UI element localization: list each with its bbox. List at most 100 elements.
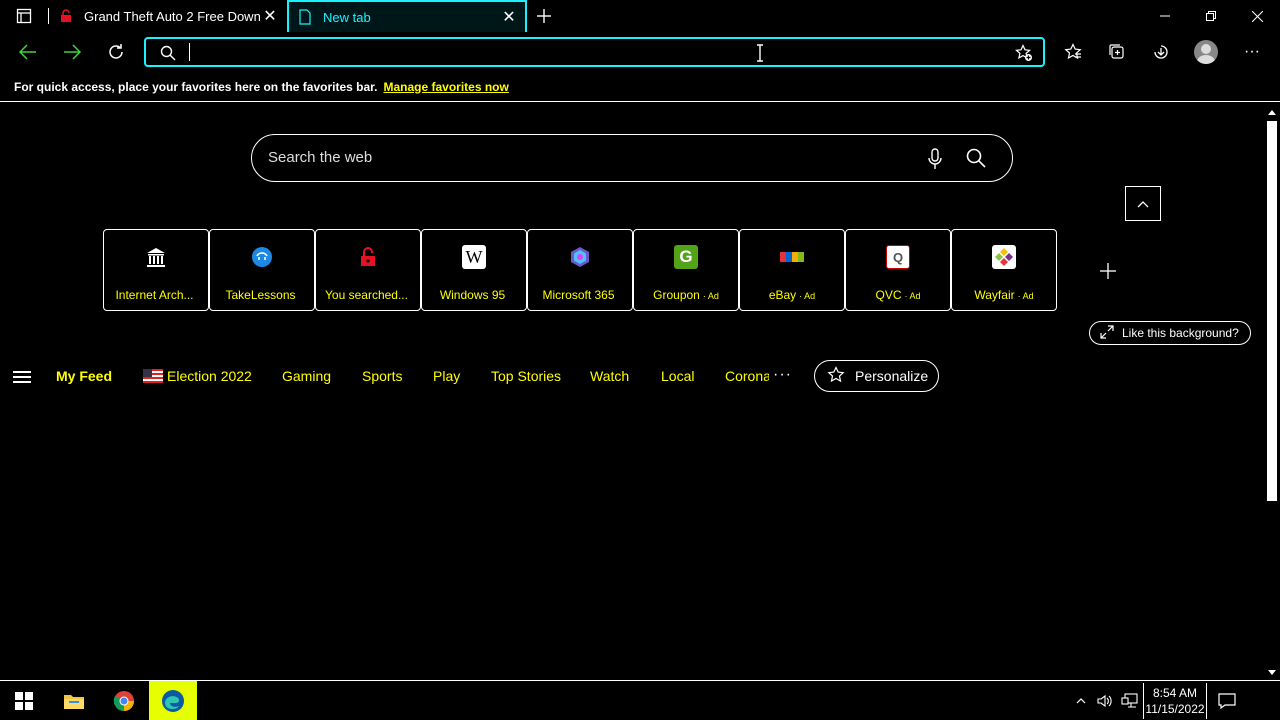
star-edit-icon [827,365,845,387]
scroll-down-icon[interactable] [1268,670,1276,675]
tile-label: Microsoft 365 [542,288,615,302]
microphone-icon[interactable] [928,148,942,175]
tab-title: Grand Theft Auto 2 Free Downlo [84,8,260,24]
close-window-icon[interactable] [1234,0,1280,32]
lock-open-icon [356,245,380,269]
favorites-bar: For quick access, place your favorites h… [0,72,1280,102]
volume-icon[interactable] [1095,681,1115,720]
tile-label: Internet Arch... [115,288,194,302]
manage-favorites-link[interactable]: Manage favorites now [383,80,508,94]
ibeam-cursor-icon [756,44,764,67]
tile-label: QVC [875,288,902,302]
web-search-icon[interactable] [966,148,986,173]
web-search-box[interactable]: Search the web [251,134,1013,182]
tray-chevron-up-icon[interactable] [1071,681,1091,720]
collapse-tiles-button[interactable] [1125,186,1161,221]
tab-actions-icon[interactable] [8,6,40,26]
file-explorer-icon[interactable] [50,681,98,720]
qvc-icon: Q [886,245,910,269]
ad-badge: · Ad [904,291,921,301]
page-scrollbar[interactable] [1264,103,1280,680]
add-favorite-icon[interactable] [1014,44,1033,67]
like-background-label: Like this background? [1122,326,1239,340]
forward-icon[interactable] [58,38,86,66]
profile-avatar[interactable] [1194,40,1218,64]
tab-divider [48,8,49,24]
tile-groupon[interactable]: G Groupon · Ad [633,229,739,311]
downloads-icon[interactable] [1150,41,1172,63]
scroll-thumb[interactable] [1267,121,1277,501]
tile-takelessons[interactable]: TakeLessons [209,229,315,311]
tile-wayfair[interactable]: Wayfair · Ad [951,229,1057,311]
system-clock[interactable]: 8:54 AM 11/15/2022 [1143,683,1207,719]
feed-tab-label: Election 2022 [167,368,252,384]
takelessons-icon [250,245,274,269]
close-tab-icon[interactable]: ✕ [499,7,519,27]
quick-links: Internet Arch... TakeLessons You searche… [103,229,1057,311]
feed-tab-local[interactable]: Local [661,368,694,384]
collections-icon[interactable] [1106,41,1128,63]
feed-tab-play[interactable]: Play [433,368,460,384]
windows-start-icon[interactable] [0,681,48,720]
lock-favicon-icon [58,8,74,24]
tile-label: Windows 95 [439,288,506,302]
feed-tab-corona[interactable]: Corona [725,368,769,384]
refresh-icon[interactable] [102,38,130,66]
new-tab-button[interactable] [534,6,554,26]
edge-icon[interactable] [149,681,197,720]
ad-badge: · Ad [799,291,816,301]
restore-icon[interactable] [1188,0,1234,32]
groupon-icon: G [674,245,698,269]
tile-label: You searched... [325,288,408,302]
tile-qvc[interactable]: Q QVC · Ad [845,229,951,311]
tile-internet-archive[interactable]: Internet Arch... [103,229,209,311]
tab-gta2[interactable]: Grand Theft Auto 2 Free Downlo ✕ [50,0,286,32]
tile-ebay[interactable]: eBay · Ad [739,229,845,311]
feed-tab-sports[interactable]: Sports [362,368,402,384]
window-controls [1142,0,1280,32]
minimize-icon[interactable] [1142,0,1188,32]
tab-strip: Grand Theft Auto 2 Free Downlo ✕ New tab… [0,0,1280,32]
tile-label: Wayfair [974,288,1015,302]
chevron-up-icon [1137,200,1149,207]
chrome-icon[interactable] [100,681,148,720]
ad-badge: · Ad [702,291,719,301]
feed-tab-my-feed[interactable]: My Feed [56,368,112,384]
web-search-placeholder: Search the web [268,149,373,166]
hamburger-menu-icon[interactable] [13,371,31,386]
bank-icon [144,245,168,269]
feed-navigation: My Feed Election 2022 Gaming Sports Play… [0,360,1000,392]
wayfair-icon [992,245,1016,269]
close-tab-icon[interactable]: ✕ [260,6,280,26]
feed-tab-election[interactable]: Election 2022 [143,368,252,384]
address-bar[interactable] [144,37,1045,67]
personalize-button[interactable]: Personalize [814,360,939,392]
tab-title: New tab [323,9,371,25]
favorites-bar-message: For quick access, place your favorites h… [14,79,378,94]
ebay-icon [780,245,804,269]
clock-time: 8:54 AM [1152,686,1198,700]
text-caret [189,43,190,61]
tile-label: eBay [768,288,797,302]
more-menu-icon[interactable]: ··· [1240,41,1264,63]
like-background-button[interactable]: Like this background? [1089,321,1251,345]
tab-new-tab[interactable]: New tab ✕ [287,0,527,32]
scroll-up-icon[interactable] [1268,110,1276,115]
feed-tab-gaming[interactable]: Gaming [282,368,331,384]
address-input[interactable] [186,41,1006,63]
back-icon[interactable] [14,38,42,66]
feed-tab-top-stories[interactable]: Top Stories [491,368,561,384]
taskbar: 8:54 AM 11/15/2022 [0,680,1280,720]
tile-label: Groupon [653,288,700,302]
network-icon[interactable] [1119,681,1141,720]
tile-you-searched[interactable]: You searched... [315,229,421,311]
favorites-icon[interactable] [1062,41,1084,63]
tile-windows-95[interactable]: W Windows 95 [421,229,527,311]
tile-microsoft-365[interactable]: Microsoft 365 [527,229,633,311]
feed-tab-watch[interactable]: Watch [590,368,629,384]
tile-label: TakeLessons [225,288,296,302]
add-tile-icon[interactable] [1098,261,1118,281]
more-feeds-icon[interactable]: ··· [773,366,792,384]
notifications-icon[interactable] [1214,681,1240,720]
page-icon [297,9,313,25]
